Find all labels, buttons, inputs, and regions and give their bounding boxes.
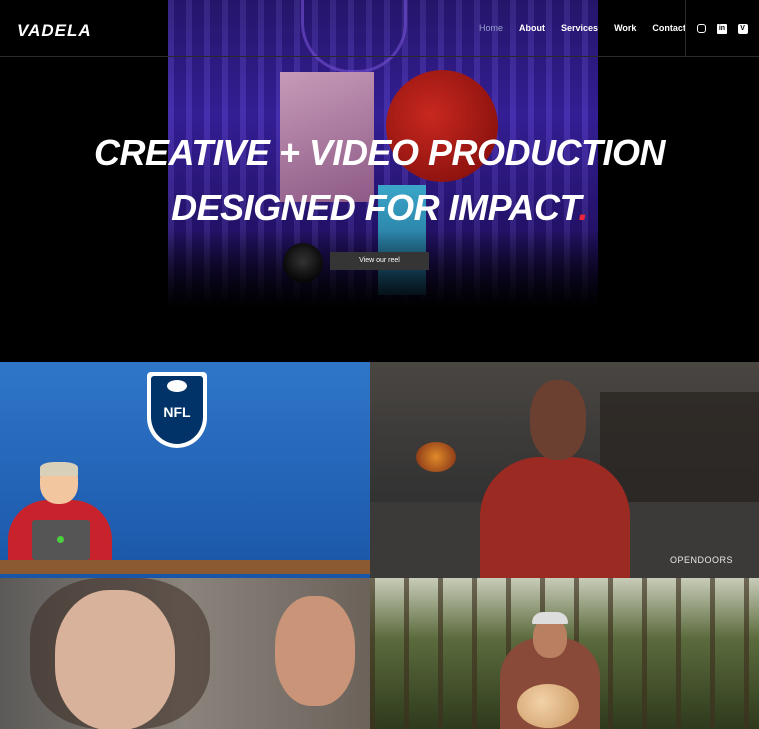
hero-headline-line1: CREATIVE + VIDEO PRODUCTION: [94, 132, 665, 173]
fruit: [517, 684, 579, 728]
office-shelf: [600, 392, 759, 502]
desk: [0, 560, 370, 574]
logo[interactable]: VADELA: [17, 21, 92, 41]
laptop: [32, 520, 90, 560]
instagram-icon[interactable]: [697, 24, 707, 33]
nav-services[interactable]: Services: [561, 23, 598, 33]
nav-contact[interactable]: Contact: [652, 23, 686, 33]
hero-headline-line2: DESIGNED FOR IMPACT.: [0, 187, 759, 229]
man-face: [275, 596, 355, 706]
hero-accent-dot: .: [578, 187, 588, 228]
laptop-light: [57, 536, 64, 543]
football-icon: [167, 380, 187, 392]
farmer-cap: [532, 612, 568, 624]
view-reel-button[interactable]: View our reel: [330, 252, 429, 270]
flowers: [416, 442, 456, 472]
linkedin-icon[interactable]: in: [716, 23, 727, 34]
woman-red-jacket: [480, 457, 630, 578]
vimeo-icon[interactable]: V: [737, 23, 748, 34]
nfl-shield-logo: NFL: [147, 372, 207, 448]
project-tile-nfl[interactable]: NFL: [0, 362, 370, 578]
project-tile-forest-farmer[interactable]: [370, 578, 759, 729]
hero-fade: [0, 230, 759, 362]
woman-face: [530, 380, 586, 460]
social-links: in V: [685, 0, 759, 57]
nfl-logo-text: NFL: [163, 404, 191, 420]
project-tile-opendoors[interactable]: OPENDOORS: [370, 362, 759, 578]
farmer-face: [533, 618, 567, 658]
nav-about[interactable]: About: [519, 23, 545, 33]
project-label: OPENDOORS: [669, 555, 733, 565]
illustrated-person-hair: [40, 462, 78, 476]
main-nav: Home About Services Work Contact: [479, 23, 702, 33]
hero-headline-text: DESIGNED FOR IMPACT: [171, 187, 579, 228]
project-tile-laughing-couple[interactable]: [0, 578, 370, 729]
site-header: VADELA Home About Services Work Contact …: [0, 0, 759, 57]
woman-face: [55, 590, 175, 729]
nav-home[interactable]: Home: [479, 23, 503, 33]
nav-work[interactable]: Work: [614, 23, 636, 33]
